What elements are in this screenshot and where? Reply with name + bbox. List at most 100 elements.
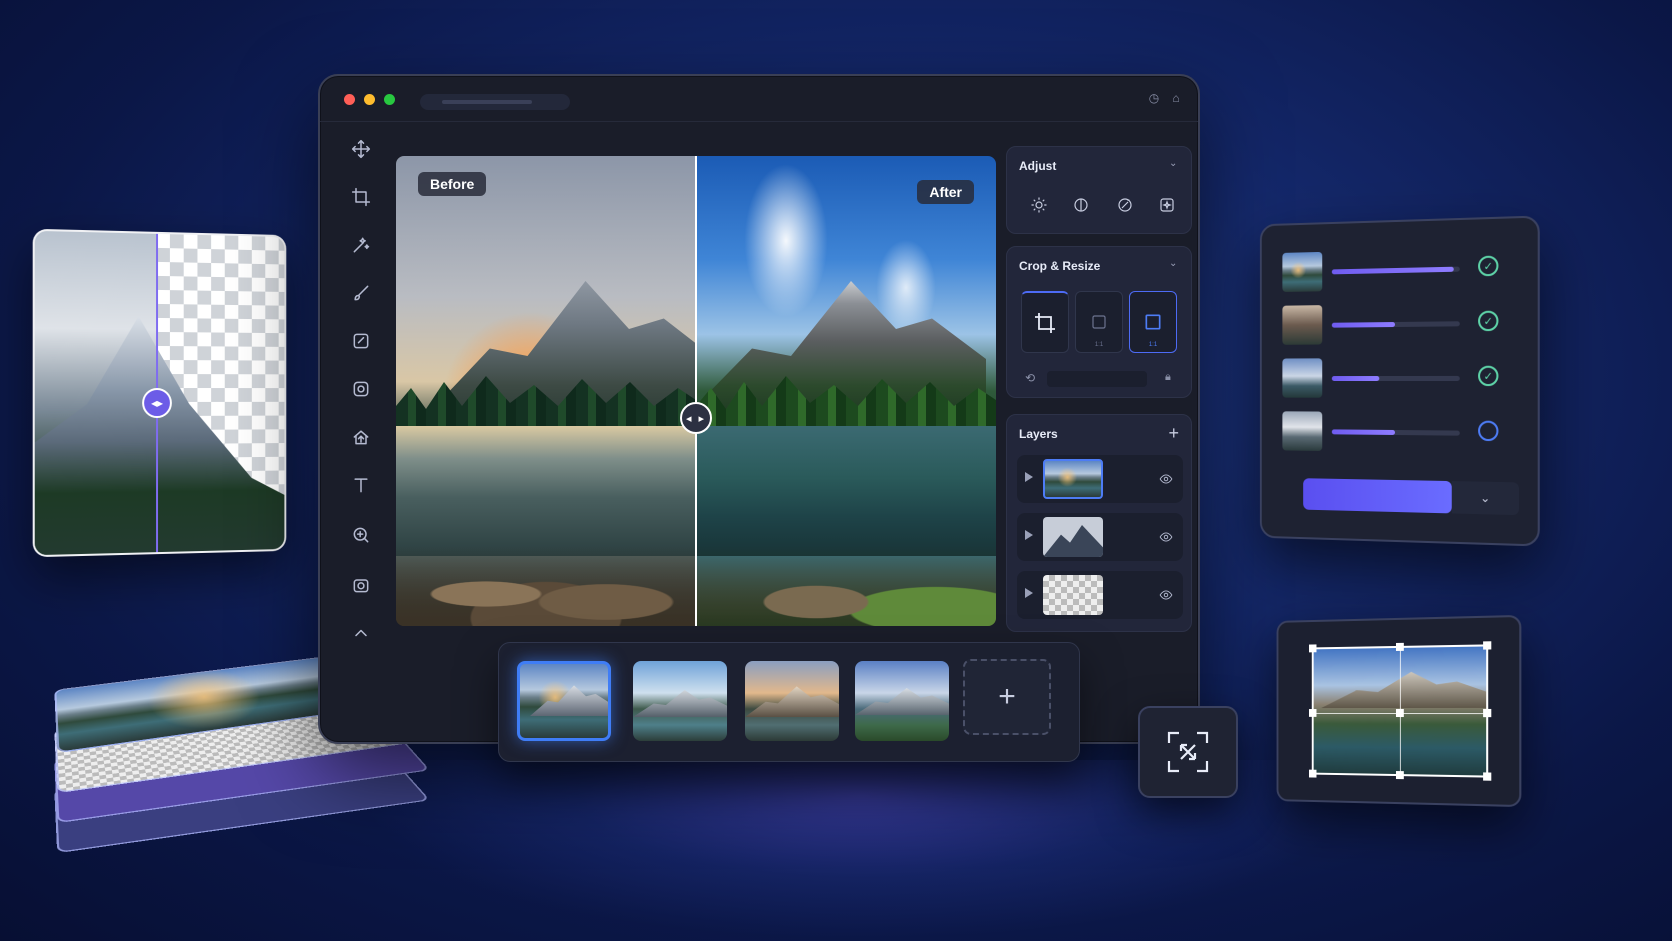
crop-handle[interactable] [1309,709,1316,717]
eye-icon[interactable] [1159,530,1173,544]
square-icon [1090,313,1108,331]
crop-preset-free[interactable] [1021,291,1069,353]
collapse-tool[interactable] [346,618,376,648]
layers-panel: Layers + [1006,414,1192,632]
expand-icon[interactable] [1025,588,1033,598]
batch-thumbnail [1282,411,1322,451]
preset-label: 1:1 [1076,342,1122,348]
tool-sidebar [332,132,388,652]
crop-frame[interactable] [1312,644,1488,777]
crop-handle[interactable] [1483,641,1491,649]
progress-fill [1332,376,1380,381]
crop-handle[interactable] [1483,709,1491,717]
expand-icon[interactable] [1025,472,1033,482]
home-icon[interactable]: ⌂ [1168,90,1184,106]
crop-handle[interactable] [1396,771,1404,779]
properties-panel: Adjust ⌄ Crop & Resize ⌄ 1:1 1:1 ⟲ 🔒︎ La… [1006,146,1192,656]
crop-preset-frame[interactable]: 1:1 [1129,291,1177,353]
lake [396,426,696,556]
magic-tool[interactable] [346,230,376,260]
batch-item [1282,411,1519,457]
layer-thumbnail-photo [1043,459,1103,499]
retouch-tool[interactable] [346,326,376,356]
export-tool[interactable] [346,422,376,452]
compare-divider[interactable] [695,156,697,626]
sparkle-icon[interactable] [1155,193,1179,217]
frame-icon [1143,312,1163,332]
auto-crop-tile[interactable] [1138,706,1238,798]
maximize-window-button[interactable] [384,94,395,105]
move-icon [351,139,371,159]
layer-thumbnail-transparent [1043,575,1103,615]
brightness-icon[interactable] [1027,193,1051,217]
retouch-icon [351,331,371,351]
check-icon: ✓ [1478,311,1498,332]
close-window-button[interactable] [344,94,355,105]
compare-handle[interactable]: ◂▸ [142,388,172,418]
search-bar[interactable] [420,94,570,110]
crop-icon [351,187,371,207]
filmstrip-thumbnail[interactable] [745,661,839,741]
before-label: Before [418,172,486,196]
text-tool[interactable] [346,470,376,500]
progress-fill [1332,267,1453,275]
auto-enhance-icon[interactable] [1113,193,1137,217]
mask-tool[interactable] [346,374,376,404]
crop-handle[interactable] [1483,772,1491,780]
crop-preset-square[interactable]: 1:1 [1075,291,1123,353]
adjust-title: Adjust [1019,159,1056,173]
dimension-input[interactable] [1047,371,1147,387]
check-icon: ✓ [1478,256,1498,277]
filmstrip-thumbnail[interactable] [633,661,727,741]
image-canvas[interactable]: ◂ ▸ Before After [396,156,996,626]
after-image [696,156,996,626]
move-tool[interactable] [346,134,376,164]
titlebar: ◷ ⌂ [320,76,1198,122]
layer-row[interactable] [1017,513,1183,561]
chevron-down-icon[interactable]: ⌄ [1169,159,1179,169]
crop-handle[interactable] [1396,643,1404,651]
rotate-icon[interactable]: ⟲ [1025,371,1039,385]
export-options-dropdown[interactable]: ⌄ [1452,481,1519,515]
compare-slider-handle[interactable]: ◂ ▸ [680,402,712,434]
filmstrip-thumbnail[interactable] [517,661,611,741]
crop-tool[interactable] [346,182,376,212]
mask-icon [351,379,371,399]
export-button[interactable] [1303,478,1452,513]
crop-handle[interactable] [1309,644,1316,652]
zoom-tool[interactable] [346,520,376,550]
progress-bar [1332,429,1460,435]
minimize-window-button[interactable] [364,94,375,105]
contrast-icon[interactable] [1069,193,1093,217]
camera-tool[interactable] [346,570,376,600]
batch-thumbnail [1282,358,1322,397]
upload-icon [351,427,371,447]
add-image-button[interactable]: + [963,659,1051,735]
crop-resize-panel: Crop & Resize ⌄ 1:1 1:1 ⟲ 🔒︎ [1006,246,1192,398]
lock-icon[interactable]: 🔒︎ [1165,371,1179,385]
brush-icon [351,283,371,303]
crop-handle[interactable] [1309,770,1316,778]
eye-icon[interactable] [1159,472,1173,486]
crop-preview-card [1277,615,1522,807]
layer-row[interactable] [1017,571,1183,619]
brush-tool[interactable] [346,278,376,308]
progress-bar [1332,376,1460,381]
chevron-down-icon[interactable]: ⌄ [1169,259,1179,269]
preset-label: 1:1 [1130,342,1176,348]
eye-icon[interactable] [1159,588,1173,602]
add-layer-button[interactable]: + [1168,423,1179,444]
crop-handle[interactable] [1396,709,1404,717]
rocks [396,546,696,626]
text-icon [351,475,371,495]
camera-icon [351,575,371,595]
layer-row[interactable] [1017,455,1183,503]
resize-icon [1163,727,1213,777]
expand-icon[interactable] [1025,530,1033,540]
filmstrip-thumbnail[interactable] [855,661,949,741]
batch-processing-card: ✓ ✓ ✓ ⌄ [1260,215,1540,546]
progress-fill [1332,322,1395,328]
loading-spinner-icon [1478,421,1498,442]
check-icon: ✓ [1478,366,1498,386]
clock-icon[interactable]: ◷ [1146,90,1162,106]
